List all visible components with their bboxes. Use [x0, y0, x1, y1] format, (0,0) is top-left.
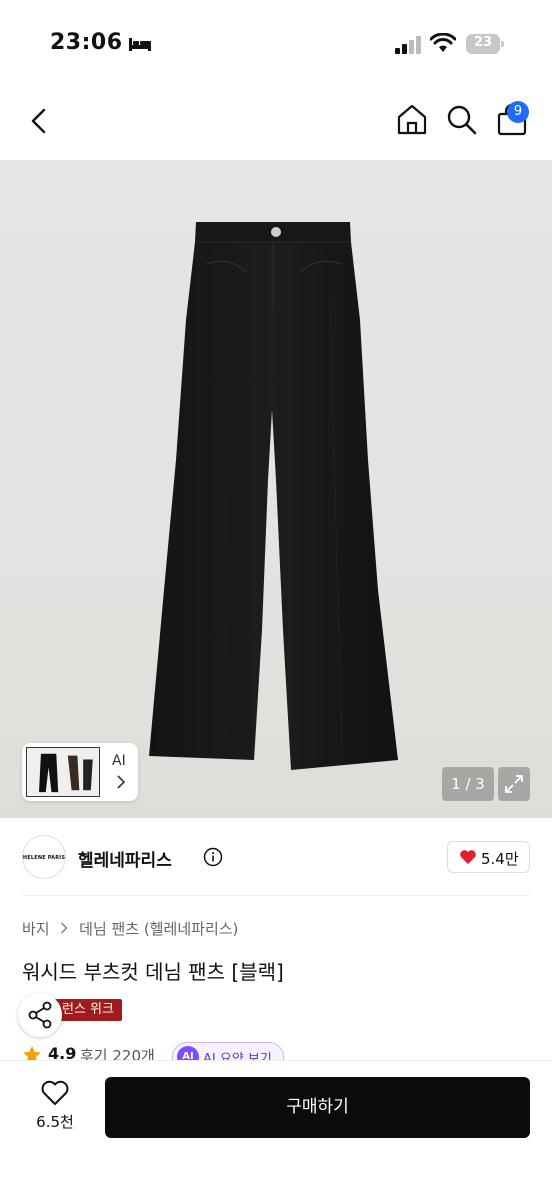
wifi-icon [430, 33, 456, 52]
image-page-indicator: 1 / 3 [442, 767, 494, 801]
brand-like-count: 5.4만 [481, 850, 519, 868]
chevron-right-icon [117, 775, 126, 789]
brand-row[interactable]: HELENE PARIS 헬레네파리스 5.4만 [22, 818, 530, 896]
back-arrow-icon[interactable] [24, 104, 56, 138]
expand-image-button[interactable] [498, 767, 530, 801]
wishlist-count: 6.5천 [36, 1113, 74, 1131]
bottom-action-bar: 6.5천 구매하기 [0, 1060, 552, 1200]
ai-thumbnail-card[interactable]: AI [22, 743, 138, 801]
buy-button[interactable]: 구매하기 [105, 1077, 530, 1138]
breadcrumb-item-denim[interactable]: 데님 팬츠 (헬레네파리스) [79, 918, 238, 939]
cart-count-badge: 9 [507, 101, 529, 123]
battery-level: 23 [473, 35, 493, 50]
home-icon[interactable] [394, 102, 430, 138]
heart-outline-icon [41, 1080, 69, 1105]
heart-icon [460, 850, 476, 864]
info-icon[interactable] [203, 847, 223, 867]
search-icon[interactable] [444, 102, 480, 138]
expand-icon [505, 775, 523, 793]
breadcrumb-item-pants[interactable]: 바지 [22, 918, 50, 939]
product-image-gallery[interactable]: AI 1 / 3 [0, 160, 552, 818]
share-icon [28, 1001, 52, 1029]
brand-name[interactable]: 헬레네파리스 [78, 846, 172, 871]
bed-icon [129, 38, 151, 51]
battery-indicator: 23 [466, 34, 504, 54]
status-bar: 23:06 23 [0, 0, 552, 90]
product-photo-black-pants [149, 222, 398, 770]
share-button[interactable] [18, 993, 62, 1037]
breadcrumb: 바지 데님 팬츠 (헬레네파리스) [22, 918, 238, 939]
signal-icon [395, 36, 421, 54]
brand-like-button[interactable]: 5.4만 [447, 841, 530, 873]
product-title: 워시드 부츠컷 데님 팬츠 [블랙] [22, 960, 284, 984]
thumbnail-image [26, 747, 100, 797]
chevron-right-icon [61, 922, 68, 934]
brand-logo-text: HELENE PARIS [22, 855, 66, 861]
top-nav-bar [0, 90, 552, 160]
thumbnail-ai-label: AI [112, 753, 126, 769]
wishlist-button[interactable]: 6.5천 [26, 1079, 84, 1139]
status-time: 23:06 [50, 30, 123, 55]
